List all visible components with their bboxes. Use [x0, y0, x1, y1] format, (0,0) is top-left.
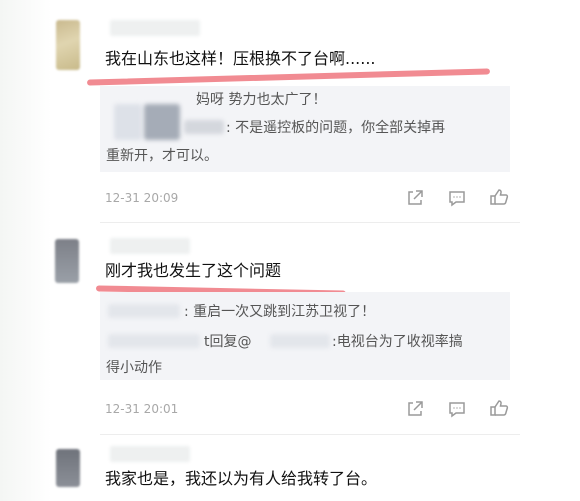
reply-text: t回复@ [204, 334, 252, 350]
username-blurred[interactable] [110, 446, 190, 462]
avatar[interactable] [56, 20, 80, 70]
timestamp: 12-31 20:01 [105, 402, 179, 416]
timestamp: 12-31 20:09 [105, 191, 179, 205]
thumbs-up-icon[interactable] [489, 187, 509, 207]
reply-text: 得小动作 [106, 360, 162, 376]
reply-username-blurred [108, 304, 180, 318]
reply-avatar-blurred [144, 104, 180, 140]
username-blurred[interactable] [110, 238, 190, 254]
reply-avatar-blurred [114, 104, 142, 140]
reply-text: 妈呀 势力也太广了！ [196, 92, 327, 108]
reply-text: : 不是遥控板的问题，你全部关掉再 [226, 120, 446, 136]
highlight-underline [86, 68, 491, 86]
divider [100, 434, 520, 435]
left-margin [0, 0, 52, 501]
divider [100, 222, 520, 223]
reply-text: : 重启一次又跳到江苏卫视了！ [184, 304, 376, 320]
share-icon[interactable] [405, 399, 425, 419]
reply-username-blurred [108, 334, 200, 348]
reply-box: 妈呀 势力也太广了！ : 不是遥控板的问题，你全部关掉再 重新开，才可以。 [100, 86, 510, 172]
reply-username-blurred [184, 120, 224, 134]
reply-box: : 重启一次又跳到江苏卫视了！ t回复@ :电视台为了收视率搞 得小动作 [100, 292, 510, 380]
thumbs-up-icon[interactable] [489, 398, 509, 418]
reply-text: :电视台为了收视率搞 [332, 334, 463, 350]
comment-thread: 我在山东也这样！压根换不了台啊...... 妈呀 势力也太广了！ : 不是遥控板… [0, 0, 580, 501]
comment-icon[interactable] [447, 188, 467, 208]
reply-username-blurred [270, 334, 330, 348]
avatar[interactable] [55, 239, 79, 283]
comment-text: 我在山东也这样！压根换不了台啊...... [105, 49, 376, 68]
username-blurred[interactable] [110, 20, 200, 36]
comment-text: 我家也是，我还以为有人给我转了台。 [105, 469, 378, 488]
share-icon[interactable] [405, 188, 425, 208]
comment-text: 刚才我也发生了这个问题 [105, 261, 282, 280]
avatar[interactable] [56, 449, 80, 487]
comment-icon[interactable] [447, 399, 467, 419]
reply-text: 重新开，才可以。 [106, 148, 218, 164]
